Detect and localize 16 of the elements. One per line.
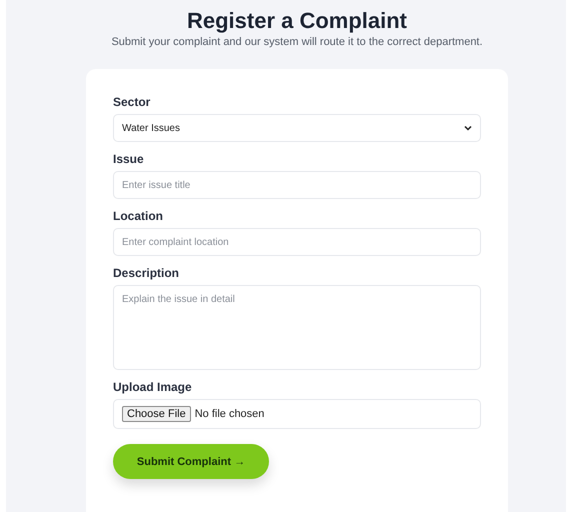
field-label: Location	[113, 209, 164, 223]
sector-dropdown[interactable]: Water Issues	[113, 114, 481, 142]
field-label: Upload Image	[113, 380, 193, 394]
file-status: No file chosen	[194, 408, 264, 420]
field-label: Description	[113, 266, 180, 280]
input-field[interactable]: Enter issue title	[113, 171, 481, 199]
submit-button[interactable]: Submit Complaint →	[113, 444, 269, 479]
field-label: Issue	[113, 152, 145, 166]
field-label: Sector	[113, 95, 152, 109]
description-field[interactable]: Explain the issue in detail	[113, 285, 481, 370]
page-title: Register a Complaint	[186, 8, 408, 34]
file-upload-field[interactable]: Choose File No file chosen	[113, 399, 481, 429]
choose-file-button[interactable]: Choose File	[122, 406, 191, 422]
chevron-icon	[464, 125, 472, 131]
input-field[interactable]: Enter complaint location	[113, 228, 481, 256]
page-subtitle: Submit your complaint and our system will route it to the correct department.	[111, 36, 483, 48]
